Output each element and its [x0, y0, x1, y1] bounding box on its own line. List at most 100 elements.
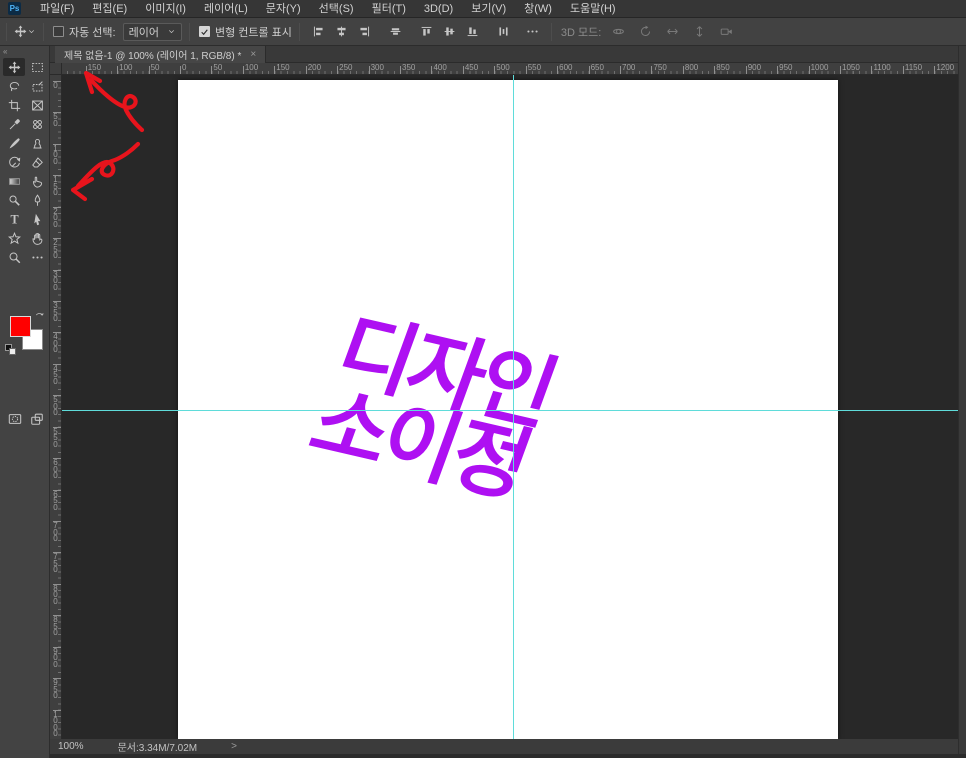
eyedropper-tool[interactable] — [3, 115, 25, 133]
status-options-chevron[interactable]: > — [231, 741, 237, 752]
shape-tool[interactable] — [3, 229, 25, 247]
menu-item-5[interactable]: 문자(Y) — [257, 0, 310, 18]
path-selection-tool[interactable] — [26, 210, 48, 228]
ruler-label: 9 5 0 — [53, 678, 58, 701]
ruler-label: 1150 — [904, 63, 923, 72]
ruler-tick — [242, 66, 244, 74]
orbit-3d-button[interactable] — [607, 22, 630, 42]
ruler-label: 950 — [779, 63, 793, 72]
align-top-edges-button[interactable] — [415, 22, 438, 42]
ruler-corner[interactable] — [50, 63, 62, 75]
ruler-label: 700 — [622, 63, 636, 72]
type-tool[interactable]: T — [3, 210, 25, 228]
history-brush-tool[interactable] — [3, 153, 25, 171]
ruler-tick — [400, 66, 401, 74]
eraser-tool[interactable] — [26, 153, 48, 171]
ruler-label: 3 0 0 — [53, 269, 58, 292]
divider — [188, 22, 190, 41]
ruler-label: 7 5 0 — [53, 552, 58, 575]
smudge-tool[interactable] — [26, 172, 48, 190]
more-options-button[interactable] — [521, 22, 544, 42]
vertical-ruler[interactable]: 0 5 0 1 0 0 1 5 0 2 0 0 2 5 0 3 0 0 3 5 0 4 0 0 4… — [50, 75, 62, 739]
menu-item-4[interactable]: 레이어(L) — [195, 0, 257, 18]
lasso-tool[interactable] — [3, 77, 25, 95]
align-buttons — [307, 22, 515, 42]
ruler-label: 1000 — [810, 63, 829, 72]
align-left-edges-button[interactable] — [307, 22, 330, 42]
horizontal-ruler[interactable]: 150 100 50 0 50 100 150 200 250 300 350 400 450 500 55… — [62, 63, 958, 75]
collapse-panel-button[interactable]: « — [3, 47, 8, 56]
ruler-tick — [902, 66, 904, 74]
menu-item-6[interactable]: 선택(S) — [310, 0, 363, 18]
align-horizontal-centers-button[interactable] — [330, 22, 353, 42]
screen-mode-button[interactable] — [26, 410, 48, 428]
target-dropdown-value: 레이어 — [128, 26, 159, 39]
canvas-viewport[interactable]: 디자인 소이정 — [62, 75, 958, 739]
zoom-tool[interactable] — [3, 248, 25, 266]
quick-mask-button[interactable] — [4, 410, 26, 428]
swap-colors-icon[interactable] — [34, 309, 45, 327]
edit-toolbar[interactable] — [26, 248, 48, 266]
ruler-label: 350 — [402, 63, 416, 72]
frame-tool[interactable] — [26, 96, 48, 114]
healing-brush-tool[interactable] — [26, 115, 48, 133]
clone-stamp-tool[interactable] — [26, 134, 48, 152]
camera-3d-button[interactable] — [715, 22, 738, 42]
ruler-tick — [840, 66, 842, 74]
zoom-level-field[interactable]: 100% — [58, 741, 84, 752]
ruler-label: 1200 — [936, 63, 955, 72]
move-tool[interactable] — [3, 58, 25, 76]
document-tab-bar: 제목 없음-1 @ 100% (레이어 1, RGB/8) * × — [50, 46, 958, 63]
foreground-color-swatch[interactable] — [10, 316, 31, 337]
distribute-horizontal-button[interactable] — [492, 22, 515, 42]
crop-tool[interactable] — [3, 96, 25, 114]
photoshop-logo-icon[interactable]: Ps — [8, 2, 21, 15]
ruler-label: 6 5 0 — [53, 489, 58, 512]
divider — [550, 22, 552, 41]
ruler-label: 500 — [496, 63, 510, 72]
align-bottom-edges-button[interactable] — [461, 22, 484, 42]
ruler-tick — [431, 66, 433, 74]
menu-item-10[interactable]: 창(W) — [515, 0, 561, 18]
svg-text:T: T — [10, 213, 18, 226]
menu-item-1[interactable]: 파일(F) — [31, 0, 83, 18]
move-tool-preset-icon[interactable] — [14, 25, 27, 38]
marquee-tool[interactable] — [26, 58, 48, 76]
ruler-label: 5 0 0 — [53, 395, 58, 418]
brush-tool[interactable] — [3, 134, 25, 152]
document-tab[interactable]: 제목 없음-1 @ 100% (레이어 1, RGB/8) * × — [55, 46, 267, 63]
chevron-down-icon[interactable] — [27, 27, 36, 36]
ruler-tick — [588, 66, 590, 74]
ruler-label: 8 5 0 — [53, 615, 58, 638]
close-icon[interactable]: × — [250, 49, 256, 60]
auto-select-target-dropdown[interactable]: 레이어 — [122, 22, 182, 41]
menu-item-11[interactable]: 도움말(H) — [561, 0, 625, 18]
menu-item-7[interactable]: 필터(T) — [363, 0, 415, 18]
horizontal-guide[interactable] — [62, 410, 958, 411]
slide-3d-button[interactable] — [688, 22, 711, 42]
auto-select-checkbox[interactable] — [53, 26, 64, 37]
object-selection-tool[interactable] — [26, 77, 48, 95]
hand-tool[interactable] — [26, 229, 48, 247]
ruler-tick — [85, 66, 87, 74]
show-transform-controls-checkbox[interactable] — [198, 26, 210, 37]
menu-item-2[interactable]: 편집(E) — [83, 0, 136, 18]
ruler-tick — [148, 66, 150, 74]
default-colors-icon[interactable] — [5, 344, 17, 356]
panel-dock-strip[interactable] — [958, 46, 966, 754]
dodge-tool[interactable] — [3, 191, 25, 209]
align-vertical-centers-button[interactable] — [384, 22, 407, 42]
ruler-tick — [462, 66, 464, 74]
ruler-label: 2 5 0 — [53, 238, 58, 261]
ruler-label: 150 — [87, 63, 102, 72]
align-right-edges-button[interactable] — [353, 22, 376, 42]
menu-item-3[interactable]: 이미지(I) — [136, 0, 195, 18]
roll-3d-button[interactable] — [634, 22, 657, 42]
gradient-tool[interactable] — [3, 172, 25, 190]
align-middle-button[interactable] — [438, 22, 461, 42]
drag-3d-button[interactable] — [661, 22, 684, 42]
menu-item-9[interactable]: 보기(V) — [462, 0, 515, 18]
menu-item-8[interactable]: 3D(D) — [415, 0, 462, 18]
pen-tool[interactable] — [26, 191, 48, 209]
vertical-guide[interactable] — [513, 75, 514, 739]
